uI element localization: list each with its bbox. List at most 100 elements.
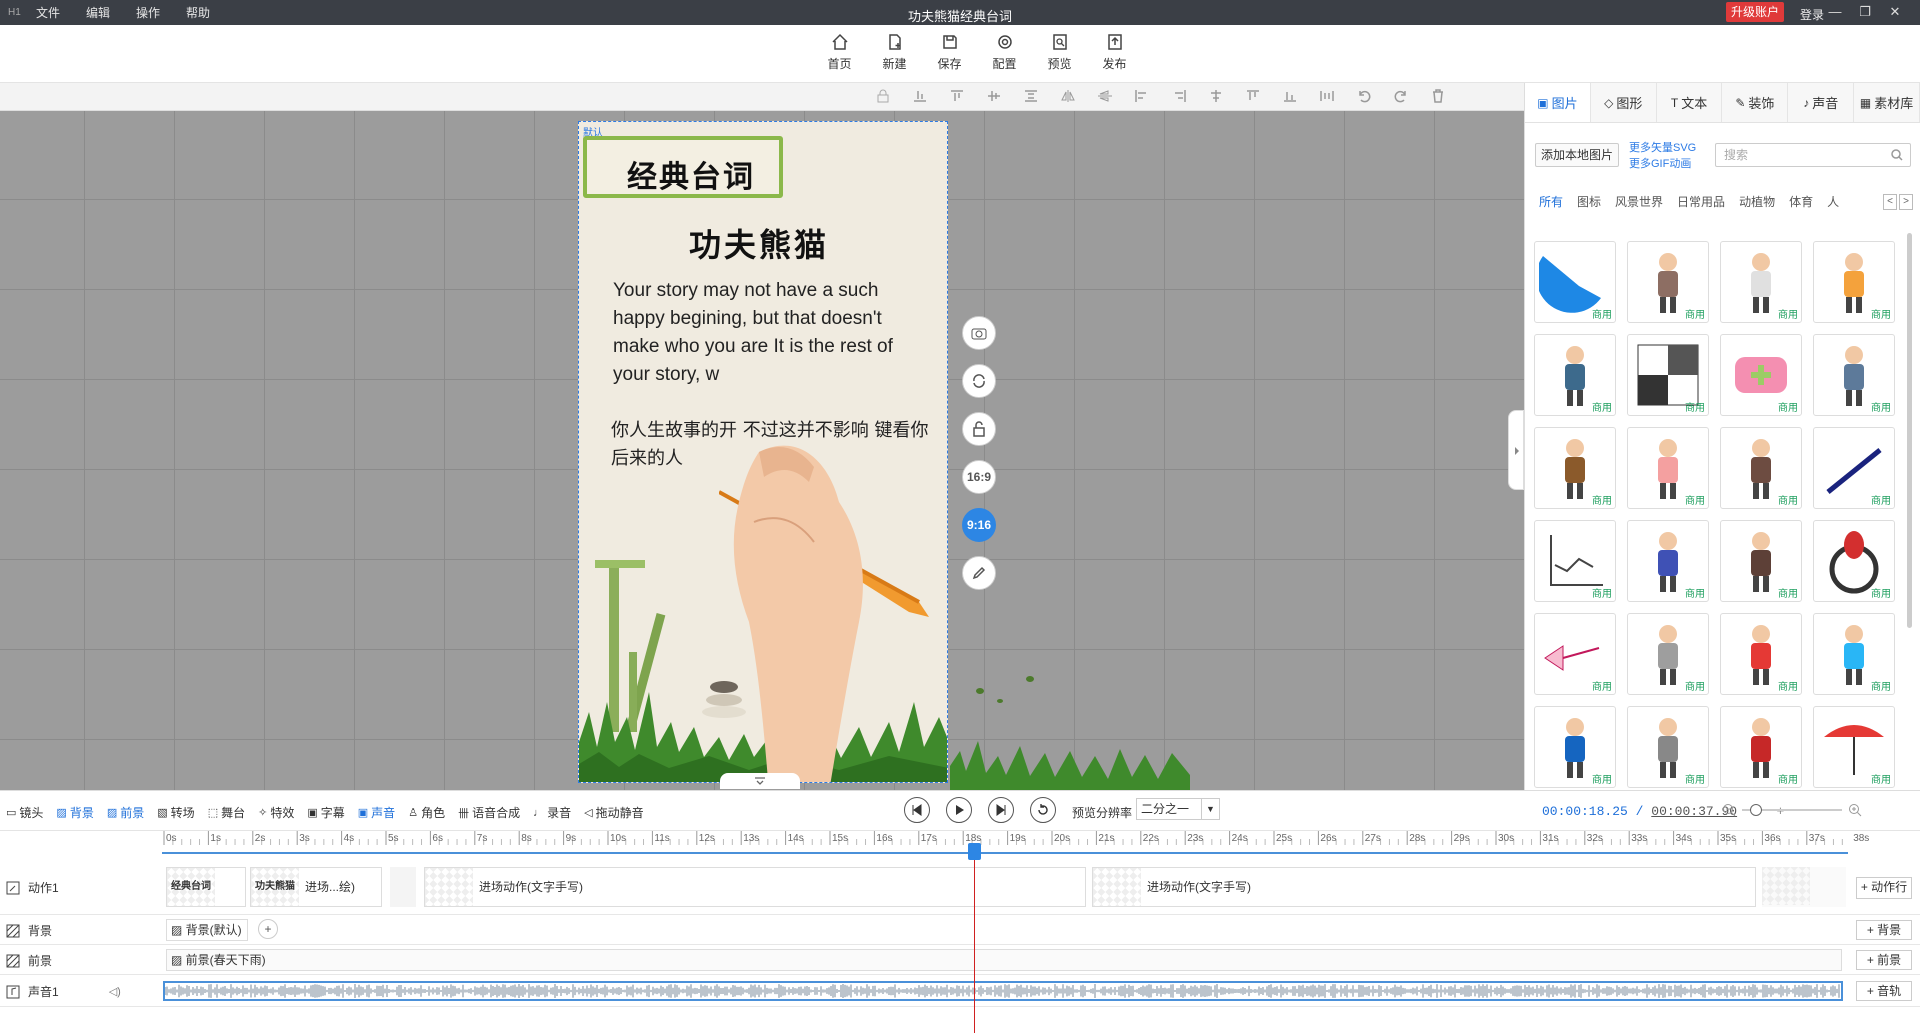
search-icon[interactable]	[1890, 148, 1904, 162]
close-icon[interactable]: ✕	[1880, 2, 1910, 22]
next-button[interactable]	[988, 797, 1014, 823]
toggle-track-9[interactable]: 卌语音合成	[458, 804, 520, 821]
asset-item-pen[interactable]: 商用	[1813, 427, 1895, 509]
more-svg-link[interactable]: 更多矢量SVG	[1629, 140, 1696, 156]
asset-item-blue-shape[interactable]: 商用	[1534, 241, 1616, 323]
toggle-track-1[interactable]: ▨ 背景	[56, 804, 93, 821]
asset-item-cup[interactable]: 商用	[1720, 241, 1802, 323]
align-right-icon[interactable]	[1171, 89, 1187, 103]
foreground-clip[interactable]: ▨ 前景(春天下雨)	[166, 949, 1842, 971]
play-button[interactable]	[946, 797, 972, 823]
tab-images[interactable]: ▣ 图片	[1525, 83, 1591, 122]
asset-item-van[interactable]: 商用	[1627, 613, 1709, 695]
publish-button[interactable]: 发布	[1087, 33, 1142, 72]
category-all[interactable]: 所有	[1539, 193, 1563, 215]
asset-item-boy-red[interactable]: 商用	[1720, 706, 1802, 788]
collapse-timeline-toggle[interactable]	[720, 773, 800, 789]
delete-icon[interactable]	[1430, 89, 1446, 103]
align-center-icon[interactable]	[1208, 89, 1224, 103]
asset-item-man-dark[interactable]: 商用	[1720, 520, 1802, 602]
zoom-slider-knob[interactable]	[1750, 804, 1762, 816]
playhead-line[interactable]	[974, 843, 975, 1033]
category-people[interactable]: 人	[1827, 193, 1839, 215]
ratio-16-9-button[interactable]: 16:9	[962, 460, 996, 494]
new-button[interactable]: 新建	[867, 33, 922, 72]
tab-sound[interactable]: ♪ 声音	[1788, 83, 1855, 122]
asset-item-man-standing[interactable]: 商用	[1813, 334, 1895, 416]
asset-item-line-chart[interactable]: 商用	[1534, 520, 1616, 602]
unlock-button[interactable]	[962, 412, 996, 446]
distribute-horizontal-icon[interactable]	[1319, 89, 1335, 103]
asset-item-tiger[interactable]: 商用	[1813, 241, 1895, 323]
action-clip-4[interactable]: 进场动作(文字手写)	[424, 867, 1086, 907]
zoom-in-icon[interactable]	[1848, 803, 1862, 817]
chevron-left-icon[interactable]: <	[1883, 194, 1897, 210]
preview-button[interactable]: 预览	[1032, 33, 1087, 72]
snapshot-button[interactable]	[962, 316, 996, 350]
rotate-button[interactable]	[962, 364, 996, 398]
save-button[interactable]: 保存	[922, 33, 977, 72]
redo-icon[interactable]	[1393, 89, 1409, 103]
previous-button[interactable]	[904, 797, 930, 823]
distribute-vertical-icon[interactable]	[1023, 89, 1039, 103]
asset-item-superman[interactable]: 商用	[1720, 613, 1802, 695]
audio-waveform[interactable]	[163, 981, 1843, 1001]
minimize-icon[interactable]: —	[1820, 2, 1850, 22]
right-panel-collapse-handle[interactable]	[1508, 410, 1524, 490]
toggle-track-6[interactable]: ▣ 字幕	[307, 804, 344, 821]
tab-shapes[interactable]: ◇ 图形	[1591, 83, 1657, 122]
add-background-plus-icon[interactable]: +	[258, 919, 278, 939]
settings-button[interactable]: 配置	[977, 33, 1032, 72]
volume-icon[interactable]: ◁)	[109, 985, 121, 998]
asset-item-cat[interactable]: 商用	[1627, 706, 1709, 788]
stage-title[interactable]: 功夫熊猫	[689, 220, 829, 266]
asset-search-input[interactable]: 搜索	[1715, 143, 1911, 167]
replay-button[interactable]	[1030, 797, 1056, 823]
tab-library[interactable]: ▦ 素材库	[1854, 83, 1920, 122]
add-local-image-button[interactable]: 添加本地图片	[1535, 143, 1619, 167]
tab-text[interactable]: T 文本	[1657, 83, 1723, 122]
category-icons[interactable]: 图标	[1577, 193, 1601, 215]
ratio-9-16-button[interactable]: 9:16	[962, 508, 996, 542]
asset-item-man-thinking[interactable]: 商用	[1534, 706, 1616, 788]
toggle-track-3[interactable]: ▧ 转场	[157, 804, 194, 821]
action-clip-5[interactable]: 进场动作(文字手写)	[1092, 867, 1756, 907]
asset-item-computer[interactable]: 商用	[1813, 613, 1895, 695]
align-left-icon[interactable]	[1134, 89, 1150, 103]
asset-item-people-chat[interactable]: 商用	[1534, 334, 1616, 416]
flip-horizontal-icon[interactable]	[1060, 89, 1076, 103]
toggle-track-2[interactable]: ▨ 前景	[107, 804, 144, 821]
asset-item-man-blue[interactable]: 商用	[1627, 520, 1709, 602]
category-sports[interactable]: 体育	[1789, 193, 1813, 215]
toggle-track-8[interactable]: ♙ 角色	[408, 804, 445, 821]
toggle-track-5[interactable]: ✧ 特效	[258, 804, 294, 821]
toggle-track-0[interactable]: ▭ 镜头	[6, 804, 43, 821]
add-foreground-button[interactable]: + 前景	[1856, 950, 1912, 970]
action-clip-3[interactable]	[390, 867, 416, 907]
zoom-slider[interactable]	[1742, 804, 1842, 816]
undo-icon[interactable]	[1356, 89, 1372, 103]
flip-vertical-icon[interactable]	[1097, 89, 1113, 103]
category-scenery[interactable]: 风景世界	[1615, 193, 1663, 215]
add-audio-track-button[interactable]: + 音轨	[1856, 981, 1912, 1001]
asset-item-checker-scribble[interactable]: 商用	[1627, 334, 1709, 416]
action-clip-6[interactable]	[1762, 867, 1846, 907]
bamboo-sign[interactable]: 经典台词	[583, 136, 783, 198]
align-bottom-edge-icon[interactable]	[1282, 89, 1298, 103]
preview-resolution-select[interactable]: 二分之一 ▼	[1136, 798, 1220, 820]
upgrade-button[interactable]: 升级账户	[1726, 2, 1784, 22]
lock-icon[interactable]	[875, 89, 891, 103]
action-clip-2[interactable]: 功夫熊猫 进场...绘)	[250, 867, 382, 907]
home-button[interactable]: 首页	[812, 33, 867, 72]
restore-icon[interactable]: ❐	[1850, 2, 1880, 22]
category-animals[interactable]: 动植物	[1739, 193, 1775, 215]
asset-item-pink-plus[interactable]: 商用	[1720, 334, 1802, 416]
playhead-handle[interactable]	[968, 843, 981, 860]
background-clip[interactable]: ▨ 背景(默认)	[166, 919, 248, 941]
align-bottom-icon[interactable]	[912, 89, 928, 103]
add-background-button[interactable]: + 背景	[1856, 920, 1912, 940]
add-action-row-button[interactable]: + 动作行	[1856, 877, 1912, 899]
action-clip-1[interactable]: 经典台词	[166, 867, 246, 907]
align-top-edge-icon[interactable]	[1245, 89, 1261, 103]
align-top-icon[interactable]	[949, 89, 965, 103]
